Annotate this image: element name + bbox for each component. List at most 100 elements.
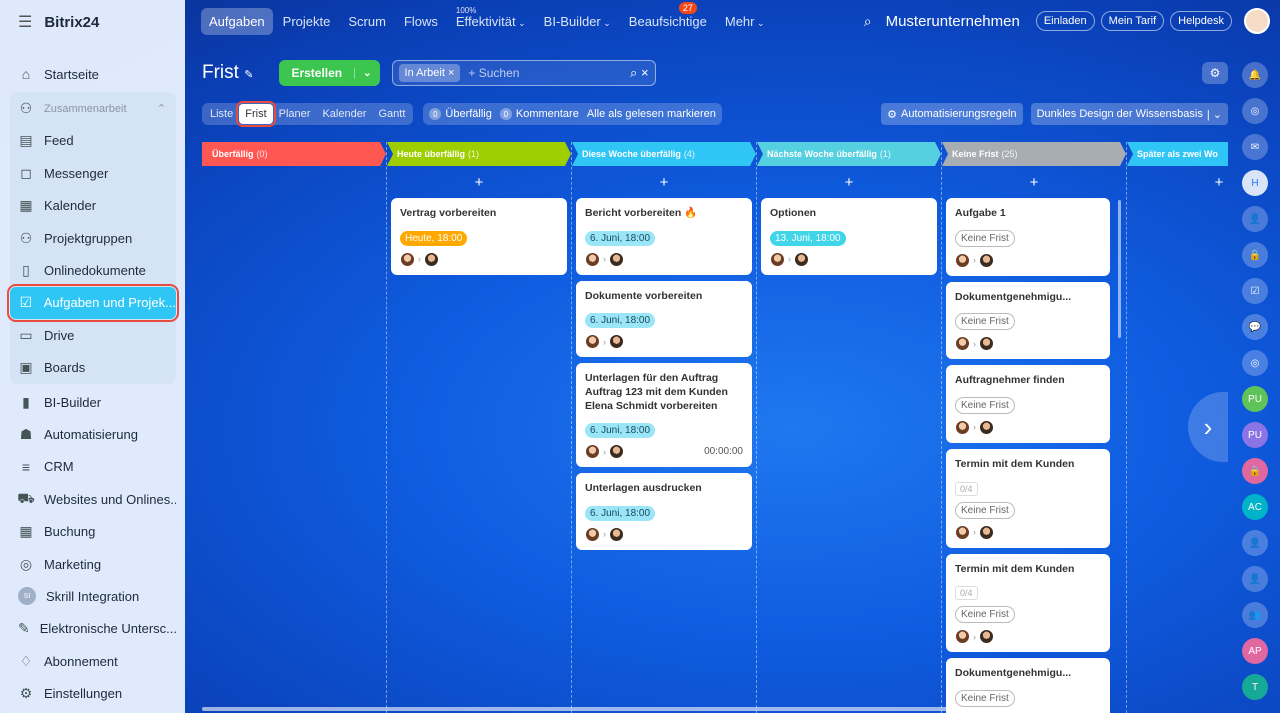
task-card[interactable]: Optionen 13. Juni, 18:00 › (761, 198, 937, 275)
add-task-button[interactable]: + (757, 166, 941, 198)
add-task-button[interactable]: + (572, 166, 756, 198)
task-card[interactable]: Bericht vorbereiten 🔥 6. Juni, 18:00 › (576, 198, 752, 275)
spiral-icon[interactable]: ◎ (1242, 98, 1268, 124)
creator-avatar[interactable] (770, 251, 785, 267)
creator-avatar[interactable] (955, 252, 970, 268)
responsible-avatar[interactable] (979, 524, 994, 540)
task-title[interactable]: Unterlagen für den Auftrag Auftrag 123 m… (585, 372, 743, 413)
task-title[interactable]: Aufgabe 1 (955, 207, 1101, 221)
chevron-up-icon[interactable]: ⌃ (157, 102, 166, 115)
chat-avatar[interactable]: AP (1242, 638, 1268, 664)
chat-avatar[interactable]: H (1242, 170, 1268, 196)
task-card[interactable]: Termin mit dem Kunden 0/4 Keine Frist › (946, 448, 1110, 548)
horizontal-scrollbar[interactable] (202, 707, 1017, 711)
creator-avatar[interactable] (955, 629, 970, 645)
column-header[interactable]: Überfällig (0) (202, 142, 386, 166)
search-icon[interactable]: ⌕ (864, 13, 872, 30)
creator-avatar[interactable] (955, 336, 970, 352)
shortcut-icon[interactable]: 🔒 (1242, 242, 1268, 268)
sidebar-item-8[interactable]: ☑ Aufgaben und Projek... (7, 283, 179, 323)
view-tab-3[interactable]: Planer (273, 104, 317, 124)
deadline-badge[interactable]: Keine Frist (955, 501, 1015, 519)
chat-icon[interactable]: ✉ (1242, 134, 1268, 160)
column-header[interactable]: Diese Woche überfällig (4) (572, 142, 756, 166)
task-title[interactable]: Unterlagen ausdrucken (585, 482, 743, 496)
view-tab-5[interactable]: Gantt (372, 104, 411, 124)
add-task-button[interactable]: + (1127, 166, 1228, 198)
task-card[interactable]: Aufgabe 1 Keine Frist › (946, 198, 1110, 276)
column-header[interactable]: Nächste Woche überfällig (1) (757, 142, 941, 166)
topnav-item-1[interactable]: Aufgaben (201, 7, 273, 35)
sidebar-item-7[interactable]: ▯ Onlinedokumente (10, 254, 176, 286)
task-title[interactable]: Termin mit dem Kunden (955, 563, 1101, 577)
shortcut-icon[interactable]: ☑ (1242, 278, 1268, 304)
automation-button[interactable]: ⚙ Automatisierungsregeln (881, 103, 1023, 125)
shortcut-icon[interactable]: 👤 (1242, 530, 1268, 556)
shortcut-icon[interactable]: 👤 (1242, 206, 1268, 232)
shortcut-icon[interactable]: 🔒 (1242, 458, 1268, 484)
deadline-badge[interactable]: 6. Juni, 18:00 (585, 313, 656, 329)
task-title[interactable]: Auftragnehmer finden (955, 374, 1101, 388)
creator-avatar[interactable] (585, 444, 600, 460)
sidebar-item-2[interactable]: ⚇ Zusammenarbeit ⌃ (10, 92, 176, 124)
task-title[interactable]: Optionen (770, 207, 928, 221)
task-title[interactable]: Vertrag vorbereiten (400, 207, 558, 221)
add-task-button[interactable]: + (387, 166, 571, 198)
view-tab-1[interactable]: Liste (204, 104, 239, 124)
overdue-counter[interactable]: 0 Überfällig (429, 108, 492, 121)
topnav-item-5[interactable]: Effektivität ⌄ 100% (448, 6, 534, 35)
comments-counter[interactable]: 0 Kommentare (499, 108, 579, 121)
task-card[interactable]: Auftragnehmer finden Keine Frist › (946, 365, 1110, 443)
topnav-item-6[interactable]: BI-Builder ⌄ (536, 8, 619, 35)
task-title[interactable]: Dokumente vorbereiten (585, 290, 743, 304)
pin-icon[interactable]: ✎ (244, 69, 253, 81)
column-header[interactable]: Heute überfällig (1) (387, 142, 571, 166)
sidebar-item-17[interactable]: SI Skrill Integration (10, 580, 176, 612)
task-card[interactable]: Dokumentgenehmigu... Keine Frist › (946, 281, 1110, 360)
sidebar-item-19[interactable]: ♢ Abonnement (10, 645, 176, 677)
task-title[interactable]: Bericht vorbereiten 🔥 (585, 207, 743, 221)
task-card[interactable]: Vertrag vorbereiten Heute, 18:00 › (391, 198, 567, 275)
deadline-badge[interactable]: Keine Frist (955, 229, 1015, 247)
sidebar-item-4[interactable]: ◻ Messenger (10, 157, 176, 189)
deadline-badge[interactable]: Keine Frist (955, 689, 1015, 707)
sidebar-item-1[interactable]: ⌂ Startseite (10, 58, 176, 90)
sidebar-item-18[interactable]: ✎ Elektronische Untersc... (10, 613, 176, 645)
sidebar-item-13[interactable]: ≡ CRM (10, 451, 176, 483)
helpdesk-button[interactable]: Helpdesk (1170, 11, 1232, 31)
theme-select[interactable]: Dunkles Design der Wissensbasis | ⌄ (1030, 103, 1228, 125)
responsible-avatar[interactable] (979, 629, 994, 645)
chat-avatar[interactable]: PU (1242, 386, 1268, 412)
creator-avatar[interactable] (955, 524, 970, 540)
view-tab-2[interactable]: Frist (236, 101, 276, 127)
responsible-avatar[interactable] (609, 334, 624, 350)
task-title[interactable]: Dokumentgenehmigu... (955, 667, 1101, 681)
user-avatar[interactable] (1244, 8, 1270, 34)
responsible-avatar[interactable] (609, 526, 624, 542)
menu-icon[interactable]: ☰ (18, 12, 32, 32)
company-name[interactable]: Musterunternehmen (886, 13, 1020, 30)
shortcut-icon[interactable]: 👤 (1242, 566, 1268, 592)
chat-avatar[interactable]: AC (1242, 494, 1268, 520)
task-timer[interactable]: 00:00:00 (704, 446, 743, 457)
chat-avatar[interactable]: T (1242, 674, 1268, 700)
deadline-badge[interactable]: Keine Frist (955, 606, 1015, 624)
task-title[interactable]: Termin mit dem Kunden (955, 458, 1101, 472)
shortcut-icon[interactable]: ◎ (1242, 350, 1268, 376)
deadline-badge[interactable]: Keine Frist (955, 313, 1015, 331)
mark-read-button[interactable]: Alle als gelesen markieren (587, 108, 716, 120)
chevron-down-icon[interactable]: ⌄ (354, 67, 379, 79)
settings-gear-icon[interactable]: ⚙ (1202, 62, 1228, 84)
task-title[interactable]: Dokumentgenehmigu... (955, 291, 1101, 305)
responsible-avatar[interactable] (424, 251, 439, 267)
column-scrollbar[interactable] (1118, 200, 1121, 338)
deadline-badge[interactable]: Keine Frist (955, 396, 1015, 414)
task-card[interactable]: Termin mit dem Kunden 0/4 Keine Frist › (946, 553, 1110, 653)
creator-avatar[interactable] (585, 526, 600, 542)
column-header[interactable]: Keine Frist (25) (942, 142, 1126, 166)
deadline-badge[interactable]: Heute, 18:00 (400, 230, 468, 246)
view-tab-4[interactable]: Kalender (316, 104, 372, 124)
logo[interactable]: ☰ Bitrix24 (18, 12, 99, 32)
column-header[interactable]: Später als zwei Wo (1127, 142, 1228, 166)
task-card[interactable]: Unterlagen ausdrucken 6. Juni, 18:00 › (576, 473, 752, 550)
